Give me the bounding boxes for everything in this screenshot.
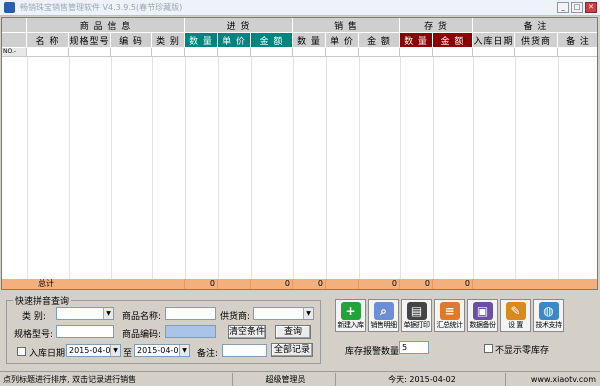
col-supplier[interactable]: 供货商 xyxy=(515,33,558,48)
print-button[interactable]: ▤ 单据打印 xyxy=(401,299,432,332)
col-spec[interactable]: 规格型号 xyxy=(69,33,111,48)
total-stock-qty: 0 xyxy=(400,279,433,289)
status-bar: 点列标题进行排序, 双击记录进行销售 超级管理员 今天: 2015-04-02 … xyxy=(0,371,600,386)
chevron-down-icon[interactable]: ▼ xyxy=(179,345,189,356)
group-sales[interactable]: 销 售 xyxy=(293,18,400,33)
row-header-corner-2 xyxy=(2,33,27,48)
col-remark[interactable]: 备 注 xyxy=(558,33,597,48)
close-button[interactable]: ✕ xyxy=(585,2,597,13)
printer-icon: ▤ xyxy=(406,302,427,320)
hide-zero-stock-checkbox[interactable] xyxy=(484,344,493,353)
category-select[interactable]: ▼ xyxy=(56,307,114,320)
product-name-label: 商品名称: xyxy=(122,312,162,322)
col-purchase-amount[interactable]: 金 额 xyxy=(251,33,293,48)
total-purchase-qty: 0 xyxy=(185,279,218,289)
status-user: 超级管理员 xyxy=(233,372,336,386)
group-purchase[interactable]: 进 货 xyxy=(185,18,293,33)
stock-alert-label: 库存报警数量: xyxy=(345,347,403,357)
status-date: 今天: 2015-04-02 xyxy=(336,372,506,386)
col-stock-qty[interactable]: 数 量 xyxy=(400,33,433,48)
table-row[interactable]: NO.- xyxy=(2,48,597,57)
col-sales-qty[interactable]: 数 量 xyxy=(293,33,326,48)
total-purchase-amount: 0 xyxy=(251,279,293,289)
app-icon xyxy=(4,2,15,13)
total-row: 总计 0 0 0 0 0 0 xyxy=(2,279,597,289)
row-header-corner xyxy=(2,18,27,33)
settings-button[interactable]: ✎ 设 置 xyxy=(500,299,531,332)
magnifier-icon: ⌕ xyxy=(373,302,394,320)
col-category[interactable]: 类 别 xyxy=(152,33,185,48)
date-to-picker[interactable]: 2015-04-02 ▼ xyxy=(134,344,190,357)
stock-alert-input[interactable]: 5 xyxy=(399,341,429,354)
query-button[interactable]: 查询 xyxy=(275,325,311,339)
remark-label: 备注: xyxy=(197,349,219,359)
group-stock[interactable]: 存 货 xyxy=(400,18,473,33)
spec-input[interactable] xyxy=(56,325,114,338)
code-input[interactable] xyxy=(165,325,216,338)
col-sales-price[interactable]: 单 价 xyxy=(326,33,359,48)
chevron-down-icon[interactable]: ▼ xyxy=(110,345,120,356)
header-groups: 商 品 信 息 进 货 销 售 存 货 备 注 xyxy=(2,18,597,33)
plus-icon: + xyxy=(340,302,361,320)
minimize-button[interactable]: _ xyxy=(557,2,569,13)
hide-zero-stock-label: 不显示零库存 xyxy=(495,346,550,356)
globe-icon: ◍ xyxy=(538,302,559,320)
group-remark[interactable]: 备 注 xyxy=(473,18,597,33)
total-sales-amount: 0 xyxy=(359,279,400,289)
header-columns: 名 称 规格型号 编 码 类 别 数 量 单 价 金 额 数 量 单 价 金 额… xyxy=(2,33,597,48)
records-grid[interactable]: 商 品 信 息 进 货 销 售 存 货 备 注 名 称 规格型号 编 码 类 别… xyxy=(1,17,598,290)
total-sales-qty: 0 xyxy=(293,279,326,289)
spec-label: 规格型号: xyxy=(14,330,54,340)
date-filter-checkbox[interactable] xyxy=(17,347,26,356)
backup-button[interactable]: ▣ 数据备份 xyxy=(467,299,498,332)
status-website: www.xiaotv.com xyxy=(530,374,596,384)
maximize-button[interactable]: □ xyxy=(571,2,583,13)
col-stock-amount[interactable]: 金 额 xyxy=(433,33,473,48)
total-label: 总计 xyxy=(2,279,185,289)
to-label: 至 xyxy=(123,349,133,359)
row-number: NO.- xyxy=(2,48,27,57)
toolbar: + 新建入库 ⌕ 销售明细 ▤ 单据打印 ≡ 汇总统计 ▣ 数据备份 ✎ 设 置… xyxy=(335,299,564,332)
quick-search-legend: 快速拼音查询 xyxy=(15,297,70,307)
product-name-input[interactable] xyxy=(165,307,216,320)
group-product-info[interactable]: 商 品 信 息 xyxy=(27,18,185,33)
col-purchase-qty[interactable]: 数 量 xyxy=(185,33,218,48)
chevron-down-icon[interactable]: ▼ xyxy=(103,308,113,319)
all-records-button[interactable]: 全部记录 xyxy=(271,343,313,357)
date-label: 入库日期: xyxy=(29,349,69,359)
wrench-icon: ✎ xyxy=(505,302,526,320)
supplier-select[interactable]: ▼ xyxy=(253,307,314,320)
col-name[interactable]: 名 称 xyxy=(27,33,69,48)
date-from-picker[interactable]: 2015-04-02 ▼ xyxy=(66,344,121,357)
title-bar: 畅销珠宝销售管理软件 V4.3.9.5(春节珍藏版) _ □ ✕ xyxy=(0,0,600,16)
summary-button[interactable]: ≡ 汇总统计 xyxy=(434,299,465,332)
col-code[interactable]: 编 码 xyxy=(111,33,152,48)
col-stock-date[interactable]: 入库日期 xyxy=(473,33,515,48)
col-sales-amount[interactable]: 金 额 xyxy=(359,33,400,48)
window-title: 畅销珠宝销售管理软件 V4.3.9.5(春节珍藏版) xyxy=(20,3,183,12)
ledger-icon: ≡ xyxy=(439,302,460,320)
backup-icon: ▣ xyxy=(472,302,493,320)
code-label: 商品编码: xyxy=(122,330,162,340)
total-stock-amount: 0 xyxy=(433,279,473,289)
remark-input[interactable] xyxy=(222,344,267,357)
category-label: 类 别: xyxy=(22,312,46,322)
sales-detail-button[interactable]: ⌕ 销售明细 xyxy=(368,299,399,332)
clear-conditions-button[interactable]: 清空条件 xyxy=(228,325,266,339)
status-hint: 点列标题进行排序, 双击记录进行销售 xyxy=(0,372,233,386)
support-button[interactable]: ◍ 技术支持 xyxy=(533,299,564,332)
col-purchase-price[interactable]: 单 价 xyxy=(218,33,251,48)
new-stock-button[interactable]: + 新建入库 xyxy=(335,299,366,332)
chevron-down-icon[interactable]: ▼ xyxy=(303,308,313,319)
supplier-label: 供货商: xyxy=(220,312,251,322)
